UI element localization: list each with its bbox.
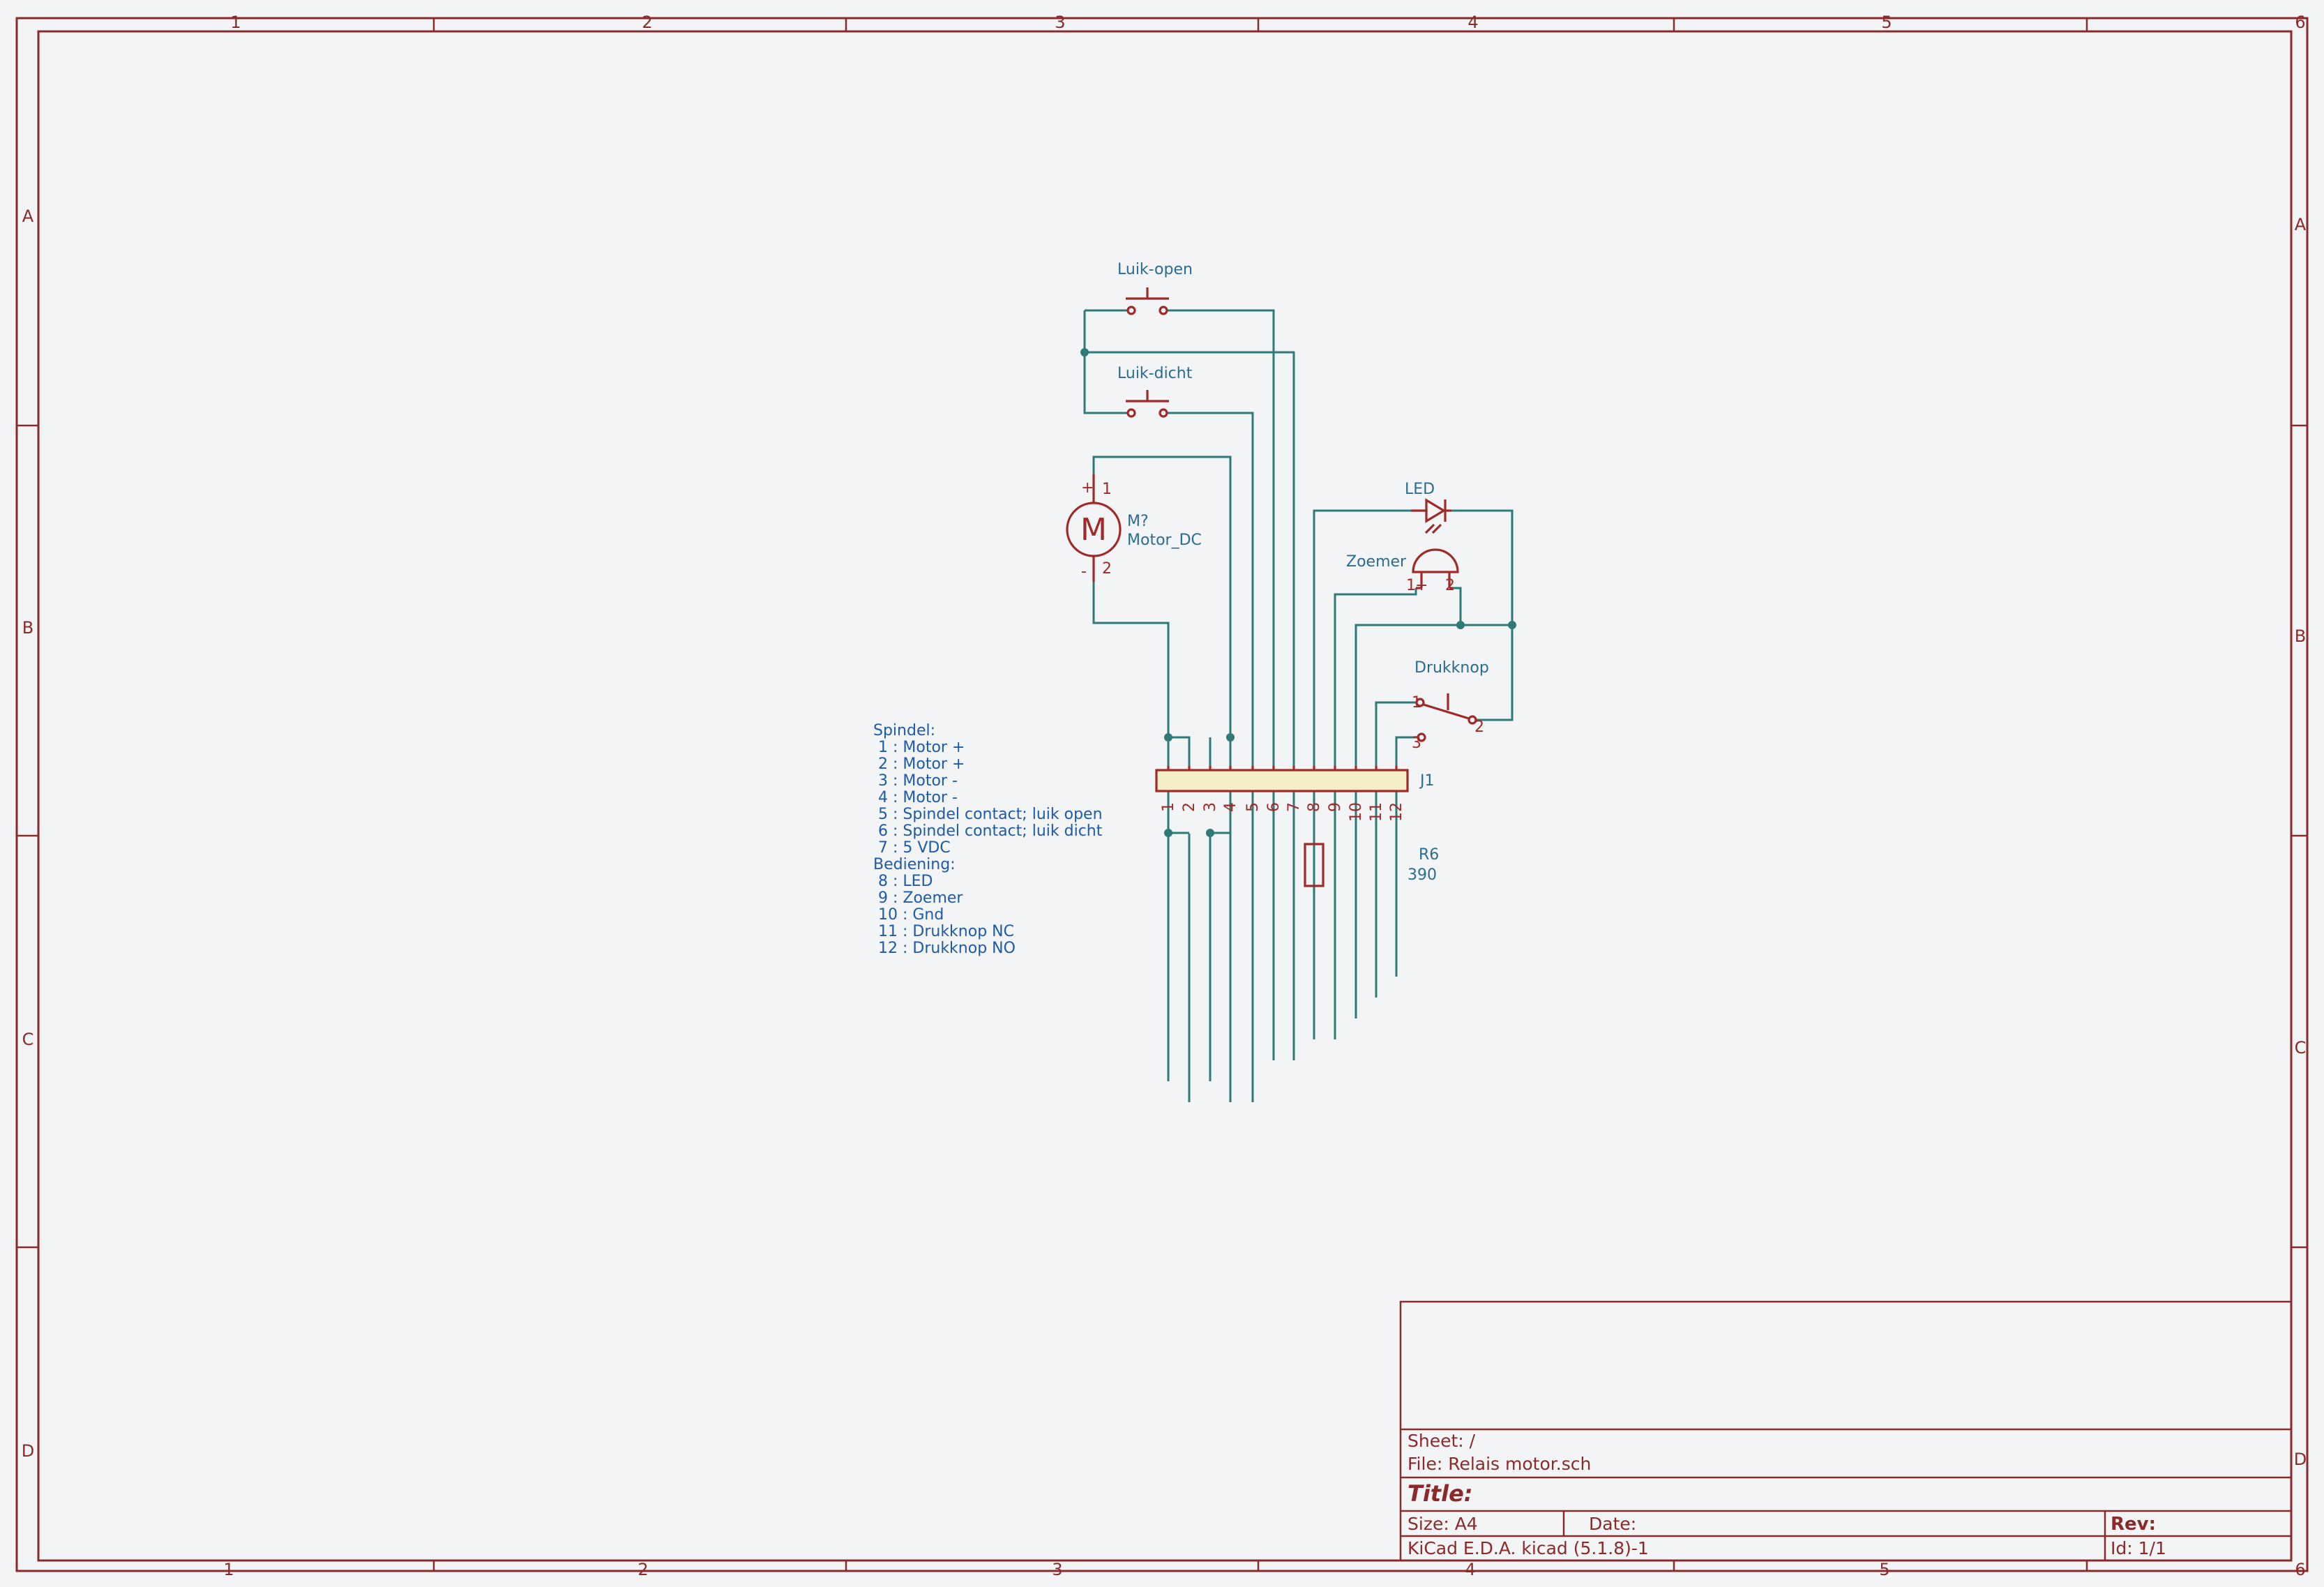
note-line-9: 8 : LED bbox=[873, 873, 933, 890]
resistor-r6-label: R6 bbox=[1419, 846, 1439, 864]
col-label-bottom-4: 4 bbox=[1465, 1560, 1475, 1579]
j1-pin-3: 3 bbox=[1202, 802, 1219, 812]
row-label-left-d: D bbox=[22, 1441, 34, 1461]
drukknop-symbol bbox=[1415, 693, 1477, 742]
j1-pin-5: 5 bbox=[1244, 802, 1262, 812]
resistor-r6-value: 390 bbox=[1408, 866, 1437, 884]
j1-pin-4: 4 bbox=[1222, 802, 1239, 812]
note-line-11: 10 : Gnd bbox=[873, 906, 944, 924]
j1-pin-8: 8 bbox=[1306, 802, 1323, 812]
drukknop-pin-1: 1 bbox=[1412, 694, 1421, 712]
row-label-right-b: B bbox=[2295, 626, 2306, 646]
outer-frame bbox=[15, 17, 2309, 1572]
motor-reference: M? bbox=[1127, 513, 1149, 530]
j1-pin-11: 11 bbox=[1368, 802, 1385, 822]
title-block-size: Size: A4 bbox=[1408, 1514, 1478, 1534]
title-block-id: Id: 1/1 bbox=[2111, 1538, 2166, 1558]
col-label-top-2: 2 bbox=[642, 13, 652, 32]
column-ticks bbox=[432, 18, 2088, 1571]
col-label-top-3: 3 bbox=[1055, 13, 1065, 32]
motor-pin-2: 2 bbox=[1102, 560, 1112, 578]
title-block-kicad: KiCad E.D.A. kicad (5.1.8)-1 bbox=[1408, 1538, 1649, 1558]
note-line-6: 6 : Spindel contact; luik dicht bbox=[873, 822, 1103, 840]
switch-luik-dicht-label: Luik-dicht bbox=[1117, 365, 1193, 382]
note-line-2: 2 : Motor + bbox=[873, 755, 965, 773]
pin-notes: Spindel: 1 : Motor + 2 : Motor + 3 : Mot… bbox=[873, 722, 1103, 957]
col-label-top-5: 5 bbox=[1881, 13, 1892, 32]
j1-pin-2: 2 bbox=[1181, 802, 1198, 812]
led-label: LED bbox=[1405, 481, 1435, 498]
j1-pin-12: 12 bbox=[1388, 802, 1405, 822]
col-label-bottom-2: 2 bbox=[637, 1560, 648, 1579]
row-label-right-c: C bbox=[2295, 1038, 2307, 1058]
row-label-left-a: A bbox=[22, 206, 34, 226]
drukknop-pin-3: 3 bbox=[1412, 735, 1421, 752]
note-line-1: 1 : Motor + bbox=[873, 739, 965, 756]
j1-pin-1: 1 bbox=[1160, 802, 1177, 812]
motor-plus: + bbox=[1081, 479, 1094, 497]
note-line-7: 7 : 5 VDC bbox=[873, 839, 951, 857]
note-line-0: Spindel: bbox=[873, 722, 935, 739]
title-block-file: File: Relais motor.sch bbox=[1408, 1454, 1591, 1474]
buzzer-pin-1: 1 bbox=[1406, 577, 1416, 594]
note-line-4: 4 : Motor - bbox=[873, 789, 958, 806]
motor-pin-1: 1 bbox=[1102, 481, 1112, 498]
title-block-date: Date: bbox=[1589, 1514, 1636, 1534]
col-label-top-1: 1 bbox=[230, 13, 241, 32]
j1-pin-9: 9 bbox=[1327, 802, 1344, 812]
row-label-right-a: A bbox=[2295, 215, 2307, 234]
motor-minus: - bbox=[1081, 563, 1087, 580]
j1-pin-6: 6 bbox=[1265, 802, 1283, 812]
j1-pin-10: 10 bbox=[1348, 802, 1365, 822]
col-label-top-6: 6 bbox=[2295, 13, 2305, 32]
row-label-right-d: D bbox=[2294, 1450, 2307, 1469]
col-label-bottom-3: 3 bbox=[1052, 1560, 1062, 1579]
switch-luik-open bbox=[1126, 287, 1169, 315]
buzzer-plus: + bbox=[1415, 577, 1428, 594]
col-label-top-4: 4 bbox=[1467, 13, 1478, 32]
connector-j1-body bbox=[1155, 769, 1409, 792]
note-line-8: Bediening: bbox=[873, 856, 956, 873]
motor-glyph: M bbox=[1080, 512, 1107, 548]
note-line-13: 12 : Drukknop NO bbox=[873, 940, 1016, 957]
note-line-3: 3 : Motor - bbox=[873, 772, 958, 790]
switch-luik-dicht bbox=[1126, 390, 1169, 418]
drukknop-pin-2: 2 bbox=[1474, 719, 1484, 736]
buzzer-label: Zoemer bbox=[1346, 553, 1407, 571]
title-block bbox=[1399, 1300, 2293, 1562]
note-line-10: 9 : Zoemer bbox=[873, 889, 963, 907]
title-block-rev: Rev: bbox=[2111, 1514, 2156, 1535]
note-line-5: 5 : Spindel contact; luik open bbox=[873, 806, 1103, 823]
row-label-left-b: B bbox=[22, 618, 33, 638]
title-block-sheet: Sheet: / bbox=[1408, 1431, 1476, 1451]
col-label-bottom-5: 5 bbox=[1879, 1560, 1889, 1579]
title-block-title: Title: bbox=[1408, 1480, 1473, 1507]
row-label-left-c: C bbox=[22, 1030, 34, 1049]
drukknop-label: Drukknop bbox=[1414, 659, 1489, 677]
j1-pin-7: 7 bbox=[1285, 802, 1303, 812]
connector-j1-label: J1 bbox=[1419, 772, 1435, 790]
col-label-bottom-1: 1 bbox=[223, 1560, 234, 1579]
col-label-bottom-6: 6 bbox=[2295, 1560, 2305, 1579]
switch-luik-open-label: Luik-open bbox=[1117, 261, 1193, 278]
motor-value: Motor_DC bbox=[1127, 532, 1202, 549]
buzzer-pin-2: 2 bbox=[1445, 577, 1455, 594]
note-line-12: 11 : Drukknop NC bbox=[873, 923, 1014, 940]
led-symbol bbox=[1411, 498, 1451, 534]
schematic-sheet: 1 2 3 4 5 6 1 2 3 4 5 6 A B C D A B C D … bbox=[15, 13, 2309, 1579]
